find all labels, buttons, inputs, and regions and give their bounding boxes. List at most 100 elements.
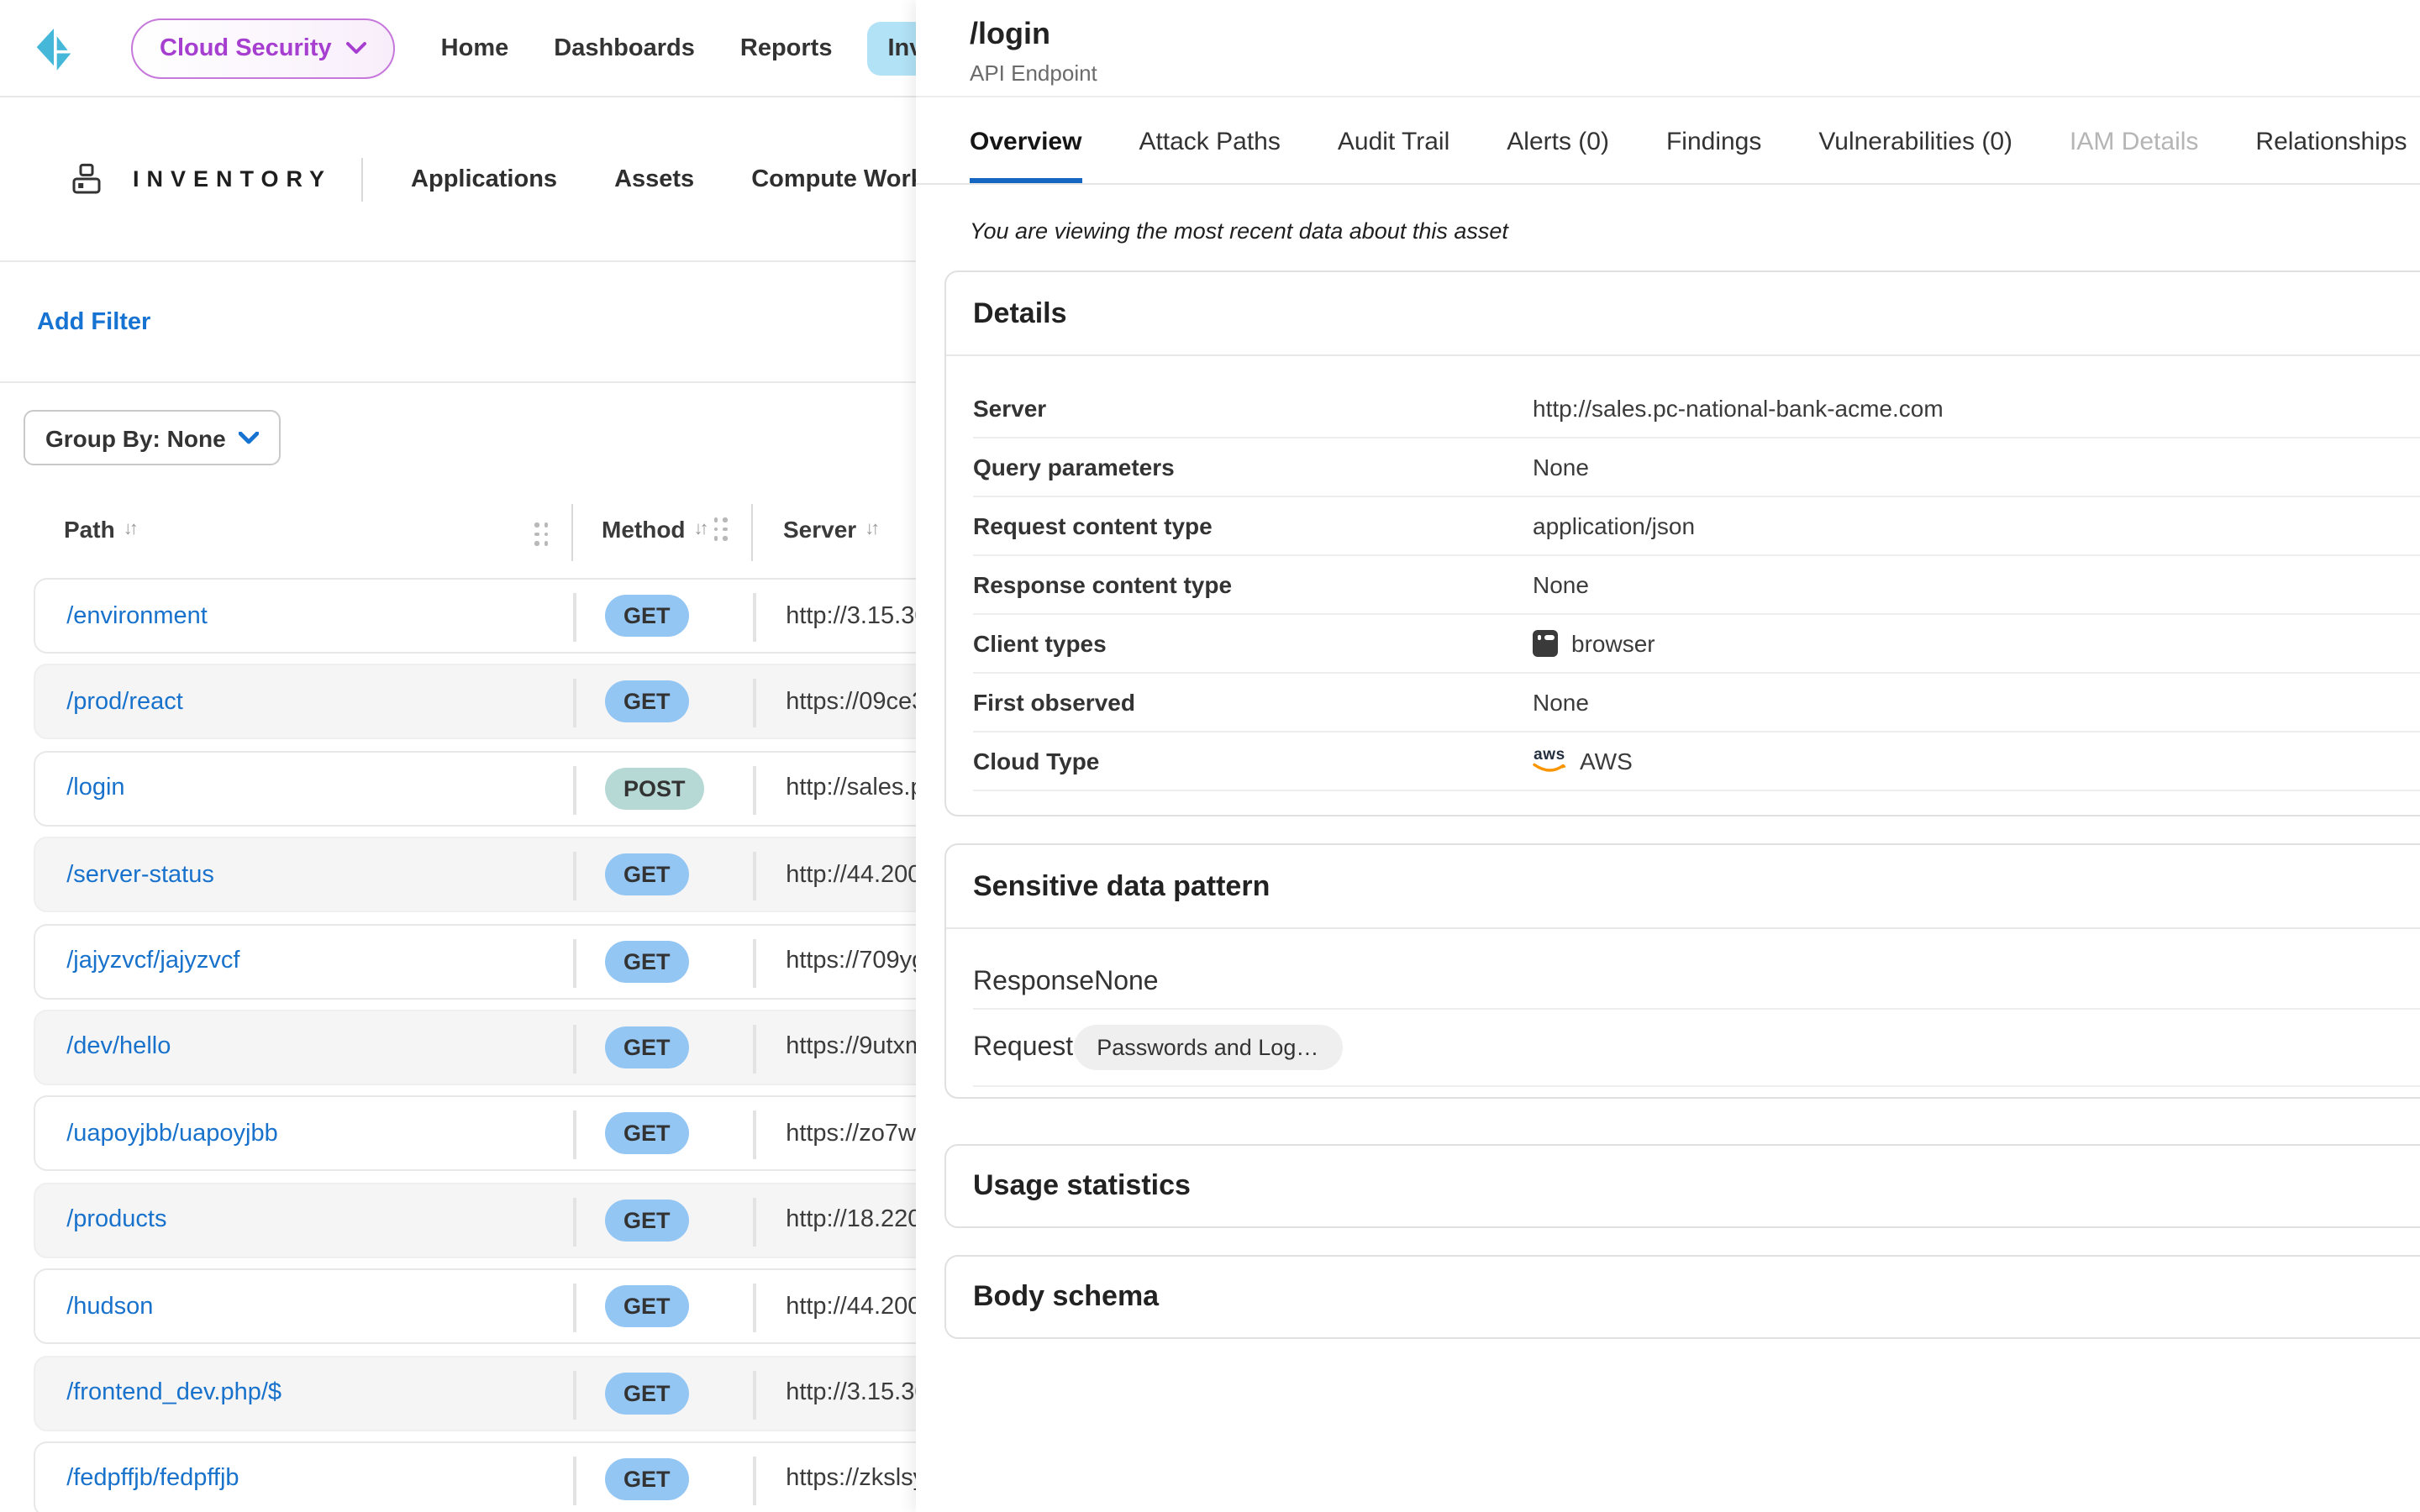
server-cell: https://09ce3 — [786, 689, 925, 716]
body-schema-heading: Body schema — [946, 1257, 2420, 1337]
cell-divider — [753, 1284, 756, 1332]
method-badge: GET — [605, 681, 689, 723]
divider — [360, 157, 362, 201]
cell-divider — [573, 766, 576, 815]
server-cell: http://sales.pc — [786, 775, 936, 802]
detail-label: Request content type — [973, 512, 1533, 539]
method-badge: GET — [605, 1285, 689, 1327]
details-card: Details Server aws — [944, 270, 2420, 816]
cell-divider — [573, 938, 576, 987]
endpoint-path-link[interactable]: /frontend_dev.php/$ — [66, 1379, 281, 1406]
detail-row: Cloud Type aws AWS — [973, 732, 2420, 791]
group-by-dropdown[interactable]: Group By: None — [24, 410, 281, 465]
endpoint-path-link[interactable]: /jajyzvcf/jajyzvcf — [66, 948, 239, 974]
method-badge: POST — [605, 768, 704, 810]
cell-divider — [753, 1025, 756, 1074]
sensitive-data-rows: Response None Request Passwords and Log… — [946, 929, 2420, 1097]
drawer-tab-vulnerabilities-0-[interactable]: Vulnerabilities (0) — [1818, 128, 2012, 183]
drawer-tab-findings[interactable]: Findings — [1666, 128, 1761, 183]
usage-statistics-card[interactable]: Usage statistics — [944, 1144, 2420, 1228]
cell-divider — [573, 1284, 576, 1332]
chevron-down-icon — [239, 431, 260, 444]
drawer-tab-audit-trail[interactable]: Audit Trail — [1338, 128, 1449, 183]
app-root: Cloud Security HomeDashboardsReportsInve… — [0, 0, 2420, 1512]
sensitive-label: Response — [973, 967, 1094, 997]
detail-value: aws browser — [1533, 630, 1655, 657]
drag-handle-icon[interactable] — [534, 522, 549, 546]
cell-divider — [753, 938, 756, 987]
detail-value: aws http://sales.pc-national-bank-acme.c… — [1533, 395, 1944, 422]
inventory-tab-assets[interactable]: Assets — [597, 150, 711, 207]
detail-value: aws None — [1533, 689, 1589, 716]
column-header-path[interactable]: Path↓↑ — [64, 516, 135, 543]
endpoint-path-link[interactable]: /fedpffjb/fedpffjb — [66, 1466, 239, 1493]
endpoint-path-link[interactable]: /dev/hello — [66, 1034, 171, 1061]
product-switcher[interactable]: Cloud Security — [131, 18, 396, 78]
sensitive-data-heading: Sensitive data pattern — [946, 845, 2420, 929]
method-badge: GET — [605, 1372, 689, 1414]
asset-details-drawer: /login API Endpoint OverviewAttack Paths… — [916, 0, 2420, 1512]
inventory-tab-applications[interactable]: Applications — [394, 150, 574, 207]
drawer-tab-relationships[interactable]: Relationships — [2255, 128, 2407, 183]
section-title: INVENTORY — [133, 166, 332, 192]
server-cell: https://9utxm — [786, 1034, 925, 1061]
endpoint-path-link[interactable]: /login — [66, 775, 124, 802]
sensitive-row-response: Response None — [973, 956, 2420, 1010]
detail-label: Server — [973, 395, 1533, 422]
drag-handle-icon[interactable] — [714, 517, 729, 541]
product-switcher-label: Cloud Security — [160, 34, 332, 61]
cell-divider — [753, 680, 756, 728]
aws-icon: aws — [1533, 748, 1566, 775]
sensitive-row-request: Request Passwords and Log… — [973, 1010, 2420, 1087]
sensitive-pattern-chip[interactable]: Passwords and Log… — [1073, 1025, 1342, 1070]
drawer-tab-overview[interactable]: Overview — [970, 128, 1081, 183]
cell-divider — [753, 766, 756, 815]
cell-divider — [573, 1197, 576, 1246]
detail-label: Response content type — [973, 571, 1533, 598]
nav-item-reports[interactable]: Reports — [730, 21, 843, 75]
drawer-tab-attack-paths[interactable]: Attack Paths — [1139, 128, 1280, 183]
prisma-cloud-logo-icon — [34, 23, 74, 73]
column-header-method[interactable]: Method↓↑ — [602, 516, 729, 543]
cell-divider — [753, 1370, 756, 1419]
nav-item-home[interactable]: Home — [431, 21, 519, 75]
recent-data-notice: You are viewing the most recent data abo… — [970, 218, 2420, 244]
column-divider — [751, 504, 753, 561]
method-badge: GET — [605, 1458, 689, 1500]
endpoint-path-link[interactable]: /hudson — [66, 1293, 153, 1320]
endpoint-path-link[interactable]: /products — [66, 1206, 166, 1233]
nav-item-dashboards[interactable]: Dashboards — [544, 21, 705, 75]
add-filter-button[interactable]: Add Filter — [37, 308, 150, 335]
cell-divider — [573, 593, 576, 642]
method-badge: GET — [605, 1113, 689, 1155]
column-header-server[interactable]: Server↓↑ — [783, 516, 876, 543]
server-cell: https://zo7wlx — [786, 1121, 934, 1147]
server-cell: https://zkslsyj — [786, 1466, 930, 1493]
drawer-tab-alerts-0-[interactable]: Alerts (0) — [1507, 128, 1609, 183]
detail-value: aws None — [1533, 454, 1589, 480]
sort-icon[interactable]: ↓↑ — [865, 519, 876, 539]
method-badge: GET — [605, 1026, 689, 1068]
usage-statistics-heading: Usage statistics — [946, 1146, 2420, 1226]
sort-icon[interactable]: ↓↑ — [694, 519, 706, 539]
method-badge: GET — [605, 940, 689, 982]
drawer-tab-iam-details: IAM Details — [2070, 128, 2198, 183]
endpoint-path-link[interactable]: /uapoyjbb/uapoyjbb — [66, 1121, 278, 1147]
detail-label: First observed — [973, 689, 1533, 716]
endpoint-path-link[interactable]: /environment — [66, 602, 208, 629]
cell-divider — [573, 1370, 576, 1419]
detail-label: Query parameters — [973, 454, 1533, 480]
body-schema-card[interactable]: Body schema — [944, 1255, 2420, 1339]
detail-row: Client types aws browser — [973, 615, 2420, 674]
server-cell: http://44.200. — [786, 1293, 928, 1320]
endpoint-path-link[interactable]: /prod/react — [66, 689, 183, 716]
sensitive-label: Request — [973, 1032, 1073, 1063]
sort-icon[interactable]: ↓↑ — [124, 519, 135, 539]
column-divider — [571, 504, 573, 561]
cell-divider — [753, 1197, 756, 1246]
endpoint-path-link[interactable]: /server-status — [66, 861, 214, 888]
cell-divider — [573, 680, 576, 728]
details-heading: Details — [946, 272, 2420, 356]
detail-row: Query parameters aws None — [973, 438, 2420, 497]
sensitive-data-card: Sensitive data pattern Response None Req… — [944, 843, 2420, 1099]
